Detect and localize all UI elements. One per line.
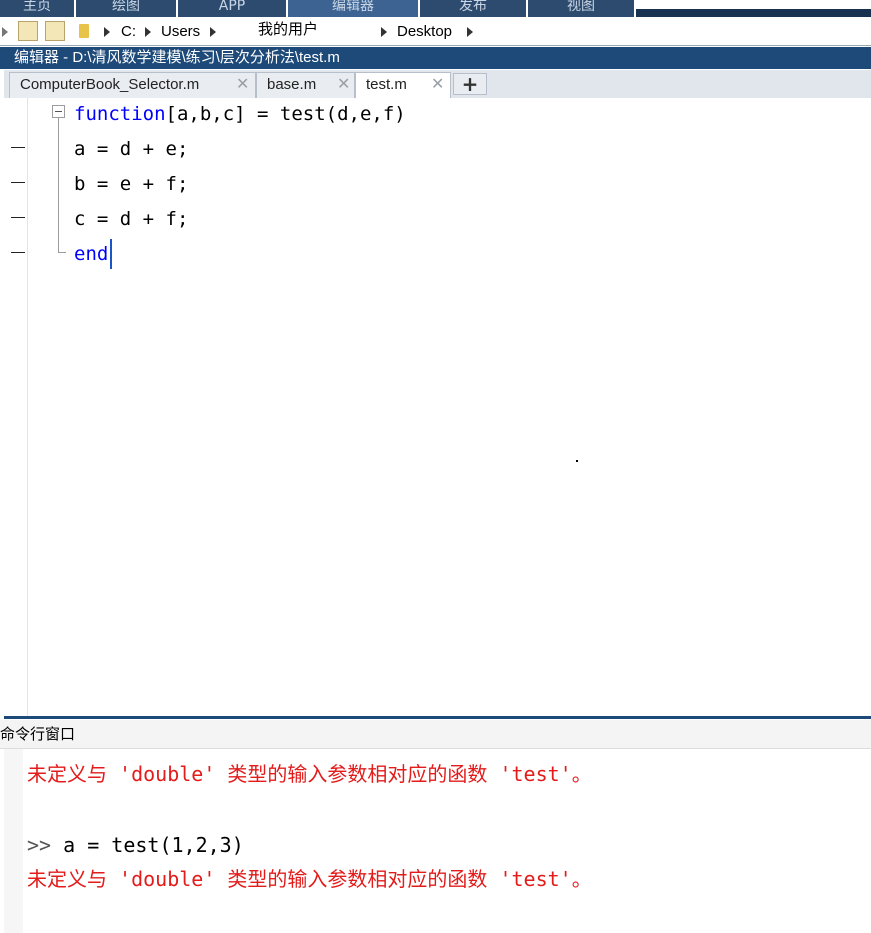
ribbon-tab-apps[interactable]: APP xyxy=(178,0,286,17)
panel-separator[interactable] xyxy=(4,716,871,719)
address-users[interactable]: Users xyxy=(161,23,200,41)
close-icon[interactable]: ✕ xyxy=(337,73,350,97)
command-entry: >> a = test(1,2,3) xyxy=(27,831,244,859)
breakpoint-dash[interactable] xyxy=(11,147,25,148)
chevron-right-icon[interactable] xyxy=(145,27,151,37)
ribbon-tab-home[interactable]: 主页 xyxy=(0,0,74,17)
nav-back-arrow-icon[interactable] xyxy=(2,27,8,37)
editor-title-bar: 编辑器 - D:\清风数学建模\练习\层次分析法\test.m xyxy=(4,47,871,69)
command-window[interactable]: 未定义与 'double' 类型的输入参数相对应的函数 'test'。 >> a… xyxy=(4,749,871,933)
ribbon-tab-publish[interactable]: 发布 xyxy=(420,0,526,17)
fold-guide-end xyxy=(58,252,66,253)
text-caret xyxy=(110,239,112,269)
address-user-folder[interactable]: 我的用户 xyxy=(258,21,318,39)
error-message: 未定义与 'double' 类型的输入参数相对应的函数 'test'。 xyxy=(27,867,592,891)
up-folder-button[interactable] xyxy=(18,21,38,41)
ribbon-strip: 主页 绘图 APP 编辑器 发布 视图 xyxy=(0,0,871,18)
code-line-3: b = e + f; xyxy=(74,173,189,195)
chevron-right-icon[interactable] xyxy=(467,27,473,37)
breakpoint-dash[interactable] xyxy=(11,182,25,183)
breakpoint-dash[interactable] xyxy=(11,217,25,218)
close-icon[interactable]: ✕ xyxy=(431,73,444,97)
editor-tabs: ComputerBook_Selector.m ✕ base.m ✕ test.… xyxy=(4,70,871,99)
command-window-title: 命令行窗口 xyxy=(0,720,871,749)
tab-label: ComputerBook_Selector.m xyxy=(20,76,200,93)
chevron-right-icon[interactable] xyxy=(104,27,110,37)
command-text: a = test(1,2,3) xyxy=(63,833,244,857)
folder-icon xyxy=(79,24,89,38)
address-bar: C: Users 我的用户 Desktop xyxy=(0,19,871,46)
add-tab-button[interactable]: + xyxy=(453,73,487,95)
code-line-5: end xyxy=(74,243,109,265)
tab-label: base.m xyxy=(267,76,317,93)
tab-computerbook-selector[interactable]: ComputerBook_Selector.m ✕ xyxy=(9,72,256,98)
prompt-symbol: >> xyxy=(27,833,52,857)
tab-base[interactable]: base.m ✕ xyxy=(256,72,355,98)
breakpoint-dash[interactable] xyxy=(11,252,25,253)
code-text: [a,b,c] = test(d,e,f) xyxy=(165,103,406,125)
error-message: 未定义与 'double' 类型的输入参数相对应的函数 'test'。 xyxy=(27,762,592,786)
command-gutter xyxy=(4,749,23,933)
ribbon-end xyxy=(636,9,871,17)
keyword: function xyxy=(74,103,166,125)
ribbon-tab-view[interactable]: 视图 xyxy=(528,0,634,17)
code-line-1: function[a,b,c] = test(d,e,f) xyxy=(74,102,406,126)
address-drive[interactable]: C: xyxy=(121,23,136,41)
ribbon-tab-plots[interactable]: 绘图 xyxy=(76,0,176,17)
ribbon-tab-editor[interactable]: 编辑器 xyxy=(288,0,418,17)
browse-folder-button[interactable] xyxy=(45,21,65,41)
tab-test[interactable]: test.m ✕ xyxy=(355,72,451,99)
close-icon[interactable]: ✕ xyxy=(236,73,249,97)
line-gutter xyxy=(4,98,28,716)
fold-toggle-icon[interactable] xyxy=(52,105,65,118)
chevron-right-icon[interactable] xyxy=(381,27,387,37)
code-line-4: c = d + f; xyxy=(74,208,189,230)
cursor-dot xyxy=(576,460,578,462)
code-line-2: a = d + e; xyxy=(74,138,189,160)
tab-label: test.m xyxy=(366,76,407,93)
address-desktop[interactable]: Desktop xyxy=(397,23,452,41)
code-editor[interactable]: function[a,b,c] = test(d,e,f) a = d + e;… xyxy=(4,98,871,716)
fold-guide xyxy=(58,118,59,252)
chevron-right-icon[interactable] xyxy=(210,27,216,37)
